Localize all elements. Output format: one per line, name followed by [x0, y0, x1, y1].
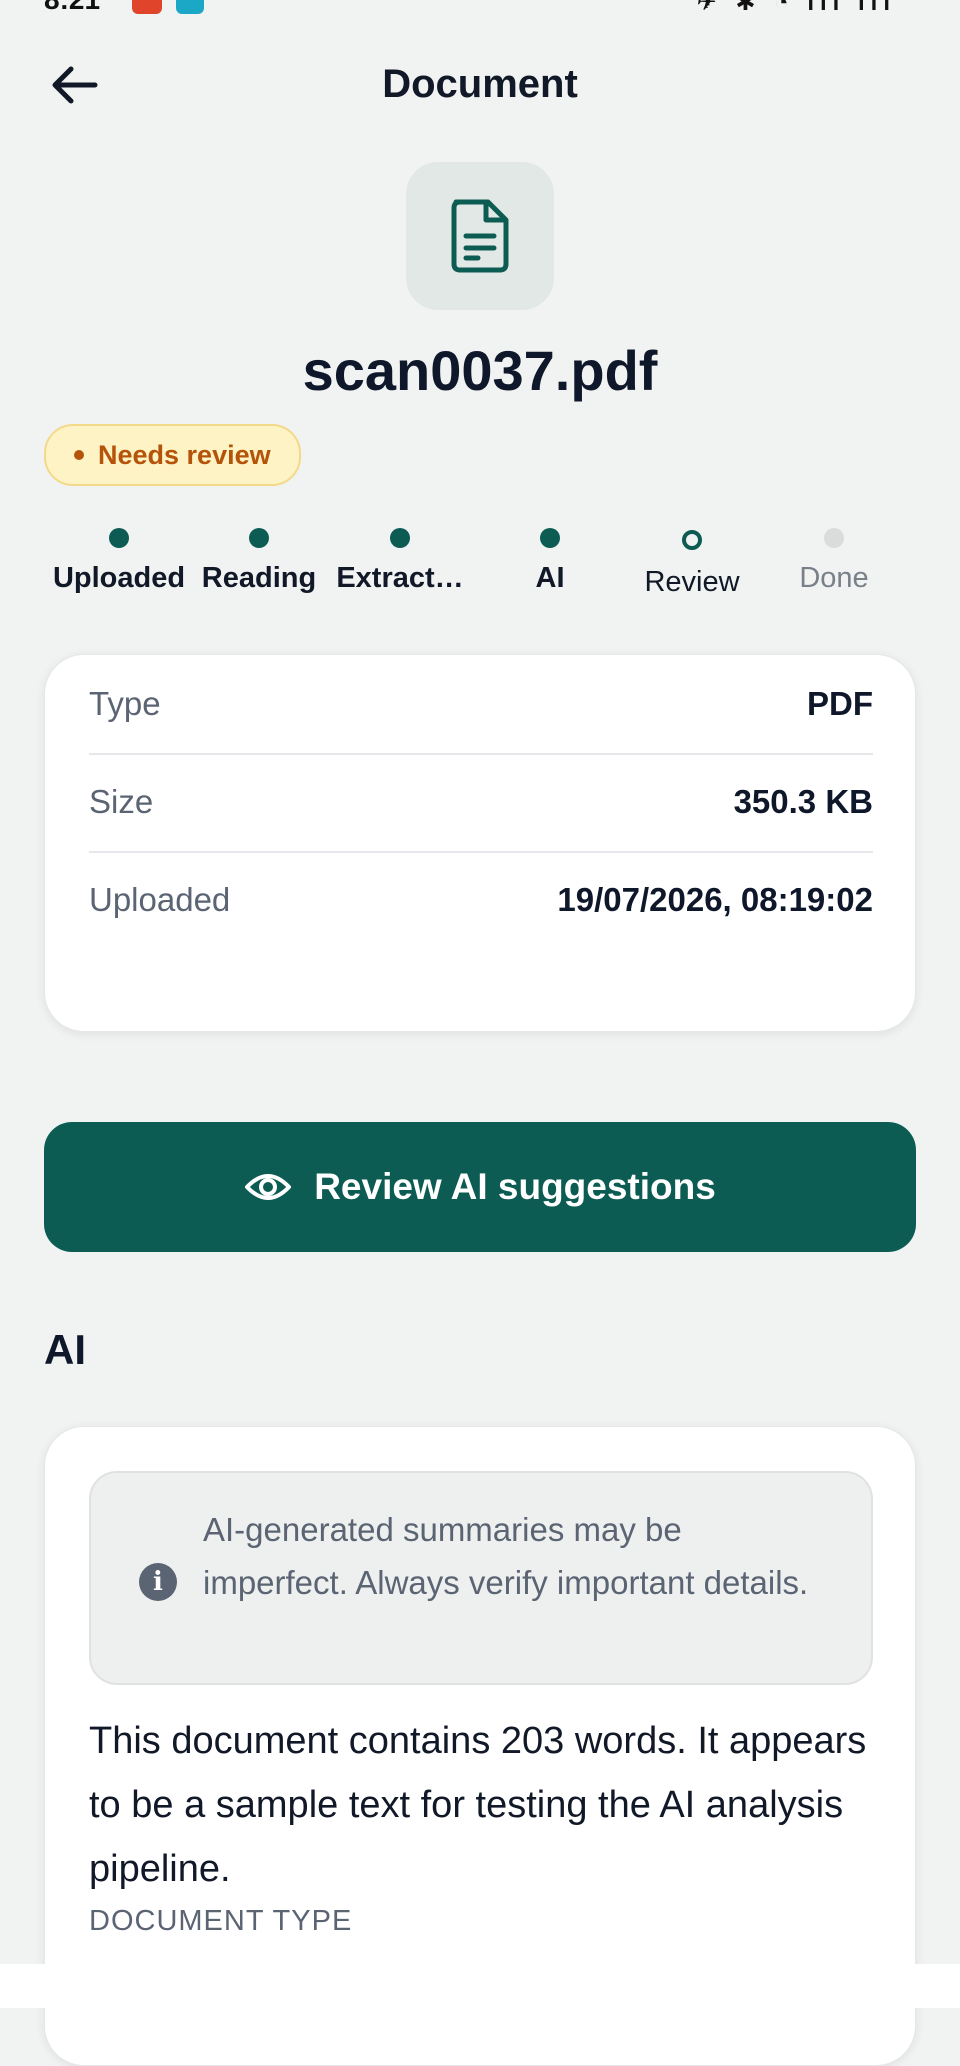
info-icon: i	[139, 1563, 177, 1601]
step-dot-current	[682, 530, 702, 550]
status-bar: 8:21 ✈ ✱ ◔ ıll ıll	[0, 0, 960, 26]
step-label: Done	[799, 562, 869, 594]
document-type-label: DOCUMENT TYPE	[89, 1905, 353, 1937]
notification-app-icon-2	[176, 0, 204, 14]
detail-value: 19/07/2026, 08:19:02	[557, 881, 873, 918]
review-ai-suggestions-button[interactable]: Review AI suggestions	[44, 1122, 916, 1252]
eye-icon	[245, 1174, 292, 1200]
file-name: scan0037.pdf	[302, 339, 658, 402]
detail-label: Type	[89, 685, 161, 722]
detail-row-uploaded: Uploaded 19/07/2026, 08:19:02	[89, 851, 873, 949]
step-label: Reading	[201, 562, 317, 594]
step-reading: Reading	[184, 524, 334, 595]
notification-app-icon	[132, 0, 162, 14]
detail-value: PDF	[807, 685, 873, 722]
details-card: Type PDF Size 350.3 KB Uploaded 19/07/20…	[44, 654, 916, 1032]
detail-label: Uploaded	[89, 881, 231, 918]
step-dot	[249, 528, 269, 548]
page-title: Document	[382, 62, 578, 106]
ai-disclaimer: i AI-generated summaries may be imperfec…	[89, 1471, 873, 1685]
file-text-icon	[451, 199, 509, 273]
status-icons: ✈ ✱ ◔ ıll ıll	[696, 0, 896, 16]
step-review: Review	[617, 524, 767, 599]
disclaimer-text: AI-generated summaries may be imperfect.…	[203, 1511, 809, 1601]
top-bar: Document	[0, 40, 960, 130]
detail-label: Size	[89, 783, 154, 820]
review-button-label: Review AI suggestions	[314, 1166, 716, 1207]
step-label: Uploaded	[52, 562, 186, 594]
detail-value: 350.3 KB	[733, 783, 873, 820]
step-dot	[390, 528, 410, 548]
status-badge: Needs review	[44, 424, 301, 486]
step-label: AI	[535, 562, 565, 594]
ai-section-heading: AI	[44, 1326, 86, 1373]
ai-summary: This document contains 203 words. It app…	[89, 1720, 867, 1890]
status-dot	[74, 450, 84, 460]
status-time: 8:21	[44, 0, 100, 16]
step-dot	[109, 528, 129, 548]
detail-row-type: Type PDF	[89, 655, 873, 755]
step-dot-pending	[824, 528, 844, 548]
file-icon-container	[406, 162, 554, 310]
step-extracting: Extract…	[325, 524, 475, 595]
step-uploaded: Uploaded	[44, 524, 194, 595]
step-label: Extract…	[336, 562, 464, 594]
progress-steps: Uploaded Reading Extract… AI Review Done	[44, 524, 916, 604]
step-done: Done	[759, 524, 909, 595]
status-badge-label: Needs review	[98, 439, 271, 470]
bottom-edge	[0, 1964, 960, 2008]
detail-row-size: Size 350.3 KB	[89, 753, 873, 853]
step-ai: AI	[475, 524, 625, 595]
step-label: Review	[644, 566, 740, 598]
step-dot	[540, 528, 560, 548]
